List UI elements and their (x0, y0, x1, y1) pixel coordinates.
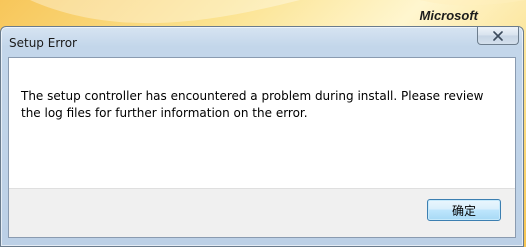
brand-logo-text: Microsoft (419, 8, 479, 23)
close-icon (493, 30, 503, 41)
dialog-title: Setup Error (9, 36, 77, 50)
ok-button[interactable]: 确定 (427, 199, 501, 221)
error-message: The setup controller has encountered a p… (21, 89, 484, 120)
dialog-body: The setup controller has encountered a p… (8, 57, 516, 238)
close-button[interactable] (477, 27, 519, 45)
title-bar: Setup Error (1, 27, 523, 57)
button-area: 确定 (9, 188, 515, 237)
setup-error-dialog: Setup Error The setup controller has enc… (0, 26, 524, 247)
